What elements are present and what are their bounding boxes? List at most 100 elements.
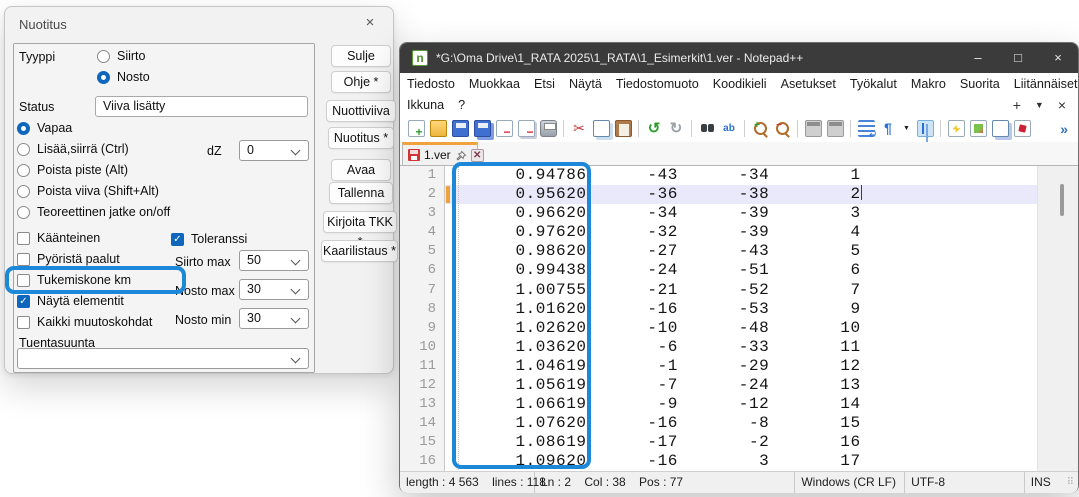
checkbox-row-py-rist-paalut[interactable]: Pyöristä paalut xyxy=(17,251,120,267)
close-all-icon[interactable] xyxy=(518,120,535,137)
menu-ikkuna[interactable]: Ikkuna xyxy=(400,98,451,112)
checkbox-row-n-yt-elementit[interactable]: ✓Näytä elementit xyxy=(17,293,124,309)
minimize-button[interactable]: – xyxy=(958,43,998,73)
editor-line-7[interactable]: 7 1.00755 -21 -52 7 xyxy=(400,281,1078,300)
undo-icon[interactable]: ↺ xyxy=(646,120,663,137)
menu-makro[interactable]: Makro xyxy=(904,77,953,91)
zoom-out-icon[interactable]: − xyxy=(774,120,791,137)
checkbox-icon[interactable] xyxy=(17,316,30,329)
nosto-max-combo[interactable]: 30 xyxy=(239,279,309,300)
editor-line-8[interactable]: 8 1.01620 -16 -53 9 xyxy=(400,300,1078,319)
close-button[interactable]: × xyxy=(1038,43,1078,73)
button-kirjoita-tkk[interactable]: Kirjoita TKK * xyxy=(323,211,397,233)
radio-icon[interactable] xyxy=(17,206,30,219)
button-kaarilistaus[interactable]: Kaarilistaus * xyxy=(321,240,398,262)
button-ohje[interactable]: Ohje * xyxy=(331,71,391,93)
titlebar[interactable]: n *G:\Oma Drive\1_RATA 2025\1_RATA\1_Esi… xyxy=(400,43,1078,73)
mode-radio-4[interactable]: Poista viiva (Shift+Alt) xyxy=(17,183,159,199)
editor-line-4[interactable]: 4 0.97620 -32 -39 4 xyxy=(400,223,1078,242)
menu-tiedostomuoto[interactable]: Tiedostomuoto xyxy=(609,77,706,91)
copy-icon[interactable] xyxy=(593,120,610,137)
new-file-icon[interactable] xyxy=(408,120,425,137)
editor-line-3[interactable]: 3 0.96620 -34 -39 3 xyxy=(400,204,1078,223)
maximize-button[interactable]: □ xyxy=(998,43,1038,73)
radio-icon[interactable] xyxy=(97,50,110,63)
checkbox-icon[interactable] xyxy=(17,253,30,266)
button-sulje[interactable]: Sulje xyxy=(331,45,391,67)
open-file-icon[interactable] xyxy=(430,120,447,137)
find-icon[interactable] xyxy=(699,120,716,137)
menu-etsi[interactable]: Etsi xyxy=(527,77,562,91)
radio-icon[interactable] xyxy=(17,185,30,198)
checkbox-row-tukemiskone-km[interactable]: Tukemiskone km xyxy=(17,272,131,288)
replace-icon[interactable]: ab xyxy=(721,120,738,137)
close-file-icon[interactable] xyxy=(496,120,513,137)
scrollbar-thumb[interactable] xyxy=(1060,184,1064,216)
menu-help[interactable]: ? xyxy=(451,98,472,112)
redo-icon[interactable]: ↻ xyxy=(668,120,685,137)
caret-down-icon[interactable]: ▼ xyxy=(1035,100,1044,110)
toleranssi-row[interactable]: ✓ Toleranssi xyxy=(171,231,247,247)
mode-radio-2[interactable]: Lisää,siirrä (Ctrl) xyxy=(17,141,129,157)
vertical-scrollbar[interactable] xyxy=(1037,166,1078,471)
editor[interactable]: 1 0.94786 -43 -34 12 0.95620 -36 -38 23 … xyxy=(400,165,1078,471)
save-all-icon[interactable] xyxy=(474,120,491,137)
menu-tiedosto[interactable]: Tiedosto xyxy=(400,77,462,91)
editor-line-15[interactable]: 15 1.08619 -17 -2 16 xyxy=(400,433,1078,452)
menu-työkalut[interactable]: Työkalut xyxy=(843,77,904,91)
button-avaa[interactable]: Avaa xyxy=(331,159,391,181)
button-nuottiviiva[interactable]: Nuottiviiva xyxy=(326,100,396,122)
paste-icon[interactable] xyxy=(615,120,632,137)
plus-icon[interactable]: + xyxy=(1013,97,1021,113)
tyyppi-radio-nosto[interactable]: Nosto xyxy=(97,69,150,85)
toleranssi-checkbox[interactable]: ✓ xyxy=(171,233,184,246)
menubar-close-icon[interactable]: × xyxy=(1058,97,1066,113)
radio-icon[interactable] xyxy=(97,71,110,84)
toolbar-overflow-icon[interactable]: » xyxy=(1060,121,1068,137)
editor-line-1[interactable]: 1 0.94786 -43 -34 1 xyxy=(400,166,1078,185)
pin-tab-icon[interactable] xyxy=(455,149,467,161)
editor-line-13[interactable]: 13 1.06619 -9 -12 14 xyxy=(400,395,1078,414)
editor-line-16[interactable]: 16 1.09620 -16 3 17 xyxy=(400,452,1078,471)
tab-close-icon[interactable]: ✕ xyxy=(471,149,484,162)
radio-icon[interactable] xyxy=(17,143,30,156)
editor-line-11[interactable]: 11 1.04619 -1 -29 12 xyxy=(400,357,1078,376)
checkbox-row-k-nteinen[interactable]: Käänteinen xyxy=(17,230,100,246)
save-icon[interactable] xyxy=(452,120,469,137)
tuentasuunta-combo[interactable] xyxy=(17,348,309,369)
word-wrap-icon[interactable] xyxy=(858,120,875,137)
editor-line-6[interactable]: 6 0.99438 -24 -51 6 xyxy=(400,261,1078,280)
editor-line-10[interactable]: 10 1.03620 -6 -33 11 xyxy=(400,338,1078,357)
menu-asetukset[interactable]: Asetukset xyxy=(774,77,843,91)
editor-line-5[interactable]: 5 0.98620 -27 -43 5 xyxy=(400,242,1078,261)
document-list-icon[interactable] xyxy=(992,120,1009,137)
status-field[interactable]: Viiva lisätty xyxy=(95,96,308,117)
mode-radio-3[interactable]: Poista piste (Alt) xyxy=(17,162,128,178)
sync-horizontal-icon[interactable] xyxy=(827,120,844,137)
menu-näytä[interactable]: Näytä xyxy=(562,77,609,91)
editor-line-14[interactable]: 14 1.07620 -16 -8 15 xyxy=(400,414,1078,433)
mode-radio-5[interactable]: Teoreettinen jatke on/off xyxy=(17,204,170,220)
tab-1ver[interactable]: 1.ver ✕ xyxy=(402,142,478,165)
checkbox-row-kaikki-muutoskohdat[interactable]: Kaikki muutoskohdat xyxy=(17,314,152,330)
cut-icon[interactable]: ✂ xyxy=(571,120,588,137)
button-tallenna[interactable]: Tallenna xyxy=(329,182,393,204)
menu-muokkaa[interactable]: Muokkaa xyxy=(462,77,527,91)
zoom-in-icon[interactable]: + xyxy=(752,120,769,137)
show-all-characters-icon[interactable]: ¶ xyxy=(880,120,897,137)
checkbox-icon[interactable]: ✓ xyxy=(17,295,30,308)
function-list-icon[interactable] xyxy=(948,120,965,137)
dz-combo[interactable]: 0 xyxy=(239,140,309,161)
menu-liitännäiset[interactable]: Liitännäiset xyxy=(1007,77,1079,91)
print-icon[interactable] xyxy=(540,120,557,137)
editor-line-2[interactable]: 2 0.95620 -36 -38 2 xyxy=(400,185,1078,204)
dialog-close-icon[interactable]: × xyxy=(359,14,381,34)
folder-as-workspace-icon[interactable] xyxy=(1014,120,1031,137)
nosto-min-combo[interactable]: 30 xyxy=(239,308,309,329)
caret-down-icon[interactable]: ▼ xyxy=(902,120,912,137)
document-map-icon[interactable] xyxy=(970,120,987,137)
radio-icon[interactable] xyxy=(17,164,30,177)
indent-guide-icon[interactable] xyxy=(917,120,934,137)
checkbox-icon[interactable] xyxy=(17,232,30,245)
mode-radio-1[interactable]: Vapaa xyxy=(17,120,72,136)
